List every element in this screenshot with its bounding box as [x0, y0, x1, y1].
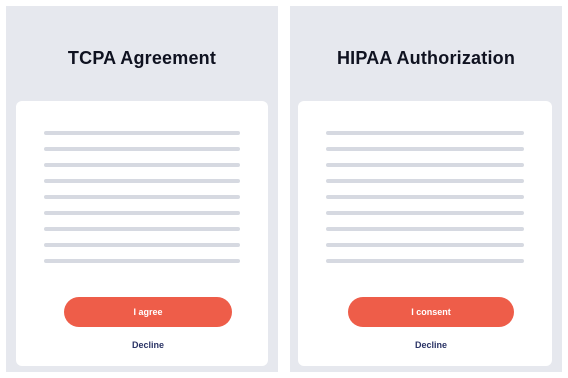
- tcpa-decline-link[interactable]: Decline: [28, 340, 268, 350]
- hipaa-authorization-panel: HIPAA Authorization I consent Decline: [290, 6, 562, 372]
- text-placeholder-line: [326, 227, 524, 231]
- text-placeholder-line: [326, 163, 524, 167]
- hipaa-authorization-text: [326, 131, 524, 275]
- text-placeholder-line: [326, 147, 524, 151]
- text-placeholder-line: [326, 179, 524, 183]
- i-consent-button[interactable]: I consent: [348, 297, 514, 327]
- text-placeholder-line: [44, 131, 240, 135]
- text-placeholder-line: [44, 147, 240, 151]
- tcpa-agreement-text: [44, 131, 240, 275]
- tcpa-agreement-title: TCPA Agreement: [67, 48, 217, 68]
- text-placeholder-line: [326, 131, 524, 135]
- text-placeholder-line: [44, 259, 240, 263]
- hipaa-decline-link[interactable]: Decline: [310, 340, 552, 350]
- text-placeholder-line: [44, 243, 240, 247]
- tcpa-agreement-card: I agree Decline: [16, 101, 268, 366]
- text-placeholder-line: [44, 195, 240, 199]
- text-placeholder-line: [44, 227, 240, 231]
- text-placeholder-line: [326, 195, 524, 199]
- text-placeholder-line: [326, 211, 524, 215]
- text-placeholder-line: [326, 259, 524, 263]
- tcpa-agreement-panel: TCPA Agreement I agree Decline: [6, 6, 278, 372]
- text-placeholder-line: [44, 179, 240, 183]
- hipaa-authorization-title: HIPAA Authorization: [336, 48, 516, 68]
- hipaa-authorization-card: I consent Decline: [298, 101, 552, 366]
- text-placeholder-line: [44, 211, 240, 215]
- i-agree-button[interactable]: I agree: [64, 297, 232, 327]
- text-placeholder-line: [326, 243, 524, 247]
- text-placeholder-line: [44, 163, 240, 167]
